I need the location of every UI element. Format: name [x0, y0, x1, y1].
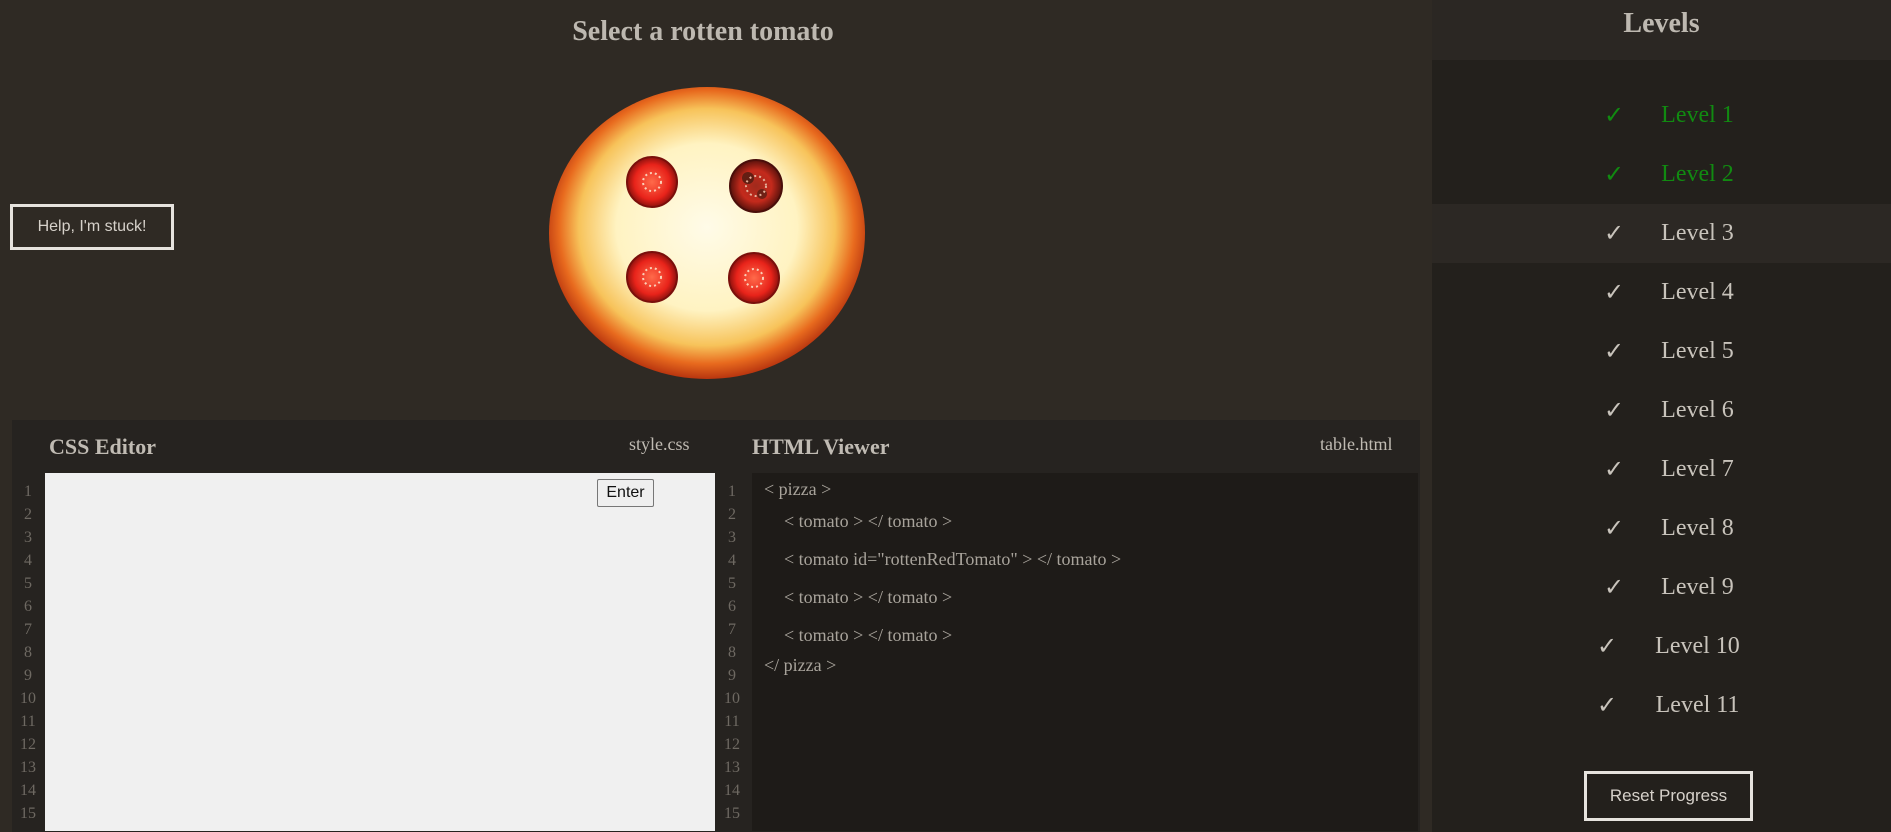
- line-number: 5: [24, 575, 32, 592]
- level-item[interactable]: ✓ Level 6: [1432, 381, 1891, 440]
- level-instruction: Select a rotten tomato: [572, 16, 834, 47]
- level-item[interactable]: ✓ Level 4: [1432, 263, 1891, 322]
- line-number: 8: [728, 644, 736, 661]
- line-number: 1: [24, 483, 32, 500]
- code-line: < tomato id="rottenRedTomato" > </ tomat…: [784, 549, 1122, 569]
- level-label: Level 1: [1661, 102, 1734, 128]
- game-area: Select a rotten tomato Help, I'm stuck!: [0, 0, 1432, 832]
- pizza-illustration: [549, 87, 865, 379]
- level-label: Level 11: [1655, 692, 1740, 718]
- level-item[interactable]: ✓ Level 11: [1432, 676, 1891, 735]
- css-editor-header: CSS Editor style.css: [12, 420, 716, 472]
- line-number: 7: [24, 621, 32, 638]
- line-number: 3: [24, 529, 32, 546]
- html-code: < pizza > < tomato > </ tomato > < tomat…: [752, 473, 1418, 831]
- levels-title: Levels: [1432, 0, 1891, 60]
- css-editor-title: CSS Editor: [49, 434, 156, 459]
- level-item[interactable]: ✓ Level 5: [1432, 322, 1891, 381]
- pizza: [548, 86, 866, 380]
- line-number: 13: [724, 759, 740, 776]
- line-number: 8: [24, 644, 32, 661]
- line-number: 7: [728, 621, 736, 638]
- pizza-base: [549, 87, 865, 379]
- level-label: Level 9: [1661, 574, 1734, 600]
- line-number: 15: [724, 805, 740, 822]
- editor-panel: CSS Editor style.css 1 2 3 4 5 6 7 8 9 10 11 12 13 14…: [12, 420, 1420, 832]
- level-label: Level 10: [1655, 633, 1740, 659]
- line-number: 15: [20, 805, 36, 822]
- level-label: Level 4: [1661, 279, 1734, 305]
- line-number: 11: [20, 713, 36, 730]
- level-item[interactable]: ✓ Level 2: [1432, 145, 1891, 204]
- tomato[interactable]: [626, 251, 678, 303]
- line-number: 11: [724, 713, 740, 730]
- tomato[interactable]: [626, 156, 678, 208]
- level-label: Level 2: [1661, 161, 1734, 187]
- level-label: Level 8: [1661, 515, 1734, 541]
- line-number: 5: [728, 575, 736, 592]
- html-viewer-title: HTML Viewer: [752, 434, 890, 459]
- line-number: 4: [728, 552, 736, 569]
- html-viewer-pane: HTML Viewer table.html 1 2 3 4 5 6 7 8 9 10 11 12 13…: [716, 420, 1420, 832]
- line-number: 10: [20, 690, 36, 707]
- reset-progress-button[interactable]: Reset Progress: [1584, 771, 1753, 821]
- line-number: 6: [728, 598, 736, 615]
- line-number: 4: [24, 552, 32, 569]
- line-number: 2: [24, 506, 32, 523]
- line-number: 3: [728, 529, 736, 546]
- level-label: Level 7: [1661, 456, 1734, 482]
- html-line-numbers: 1 2 3 4 5 6 7 8 9 10 11 12 13 14 15: [716, 474, 748, 832]
- css-filename: style.css: [629, 434, 690, 454]
- enter-button[interactable]: Enter: [597, 479, 654, 507]
- html-filename: table.html: [1320, 434, 1393, 454]
- level-item[interactable]: ✓ Level 7: [1432, 440, 1891, 499]
- level-item[interactable]: ✓ Level 10: [1432, 617, 1891, 676]
- help-button[interactable]: Help, I'm stuck!: [10, 204, 174, 250]
- level-label: Level 6: [1661, 397, 1734, 423]
- line-number: 6: [24, 598, 32, 615]
- line-number: 9: [24, 667, 32, 684]
- line-number: 2: [728, 506, 736, 523]
- level-item[interactable]: ✓ Level 9: [1432, 558, 1891, 617]
- html-viewer-header: HTML Viewer table.html: [716, 420, 1420, 472]
- css-input[interactable]: [45, 473, 715, 831]
- css-line-numbers: 1 2 3 4 5 6 7 8 9 10 11 12 13 14 15: [12, 474, 44, 832]
- level-label: Level 3: [1661, 220, 1734, 246]
- level-item[interactable]: ✓ Level 1: [1432, 86, 1891, 145]
- line-number: 14: [20, 782, 36, 799]
- line-number: 14: [724, 782, 740, 799]
- code-line: < tomato > </ tomato >: [784, 625, 953, 645]
- rotten-tomato[interactable]: [729, 159, 783, 213]
- level-item[interactable]: ✓ Level 3: [1432, 204, 1891, 263]
- line-number: 10: [724, 690, 740, 707]
- tomato[interactable]: [728, 252, 780, 304]
- line-number: 1: [728, 483, 736, 500]
- code-line: < tomato > </ tomato >: [784, 511, 953, 531]
- level-label: Level 5: [1661, 338, 1734, 364]
- code-line: < tomato > </ tomato >: [784, 587, 953, 607]
- line-number: 12: [724, 736, 740, 753]
- code-line: </ pizza >: [764, 655, 837, 675]
- line-number: 12: [20, 736, 36, 753]
- line-number: 13: [20, 759, 36, 776]
- line-number: 9: [728, 667, 736, 684]
- level-item[interactable]: ✓ Level 8: [1432, 499, 1891, 558]
- code-line: < pizza >: [764, 479, 832, 499]
- levels-sidebar: Levels ✓ Level 1 ✓ Level 2 ✓ Level 3 ✓ Level 4 ✓…: [1432, 0, 1891, 832]
